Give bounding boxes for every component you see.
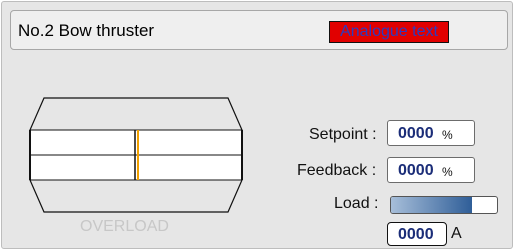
setpoint-value-box: 0000 % <box>387 120 475 146</box>
feedback-value-box: 0000 % <box>387 157 475 183</box>
gauge-track-upper <box>29 129 243 156</box>
load-current-value: 0000 <box>398 226 434 243</box>
load-current-box: 0000 <box>387 222 447 246</box>
load-bar-fill <box>391 197 472 213</box>
feedback-label: Feedback : <box>297 162 377 179</box>
feedback-unit: % <box>442 165 453 179</box>
setpoint-label: Setpoint : <box>309 126 377 143</box>
feedback-value: 0000 <box>398 162 434 179</box>
setpoint-unit: % <box>442 128 453 142</box>
setpoint-value: 0000 <box>398 125 434 142</box>
gauge-track-lower <box>29 154 243 181</box>
load-bar <box>390 196 498 214</box>
load-label: Load : <box>334 195 379 212</box>
overload-indicator: OVERLOAD <box>80 218 169 235</box>
load-current-unit: A <box>451 225 462 242</box>
